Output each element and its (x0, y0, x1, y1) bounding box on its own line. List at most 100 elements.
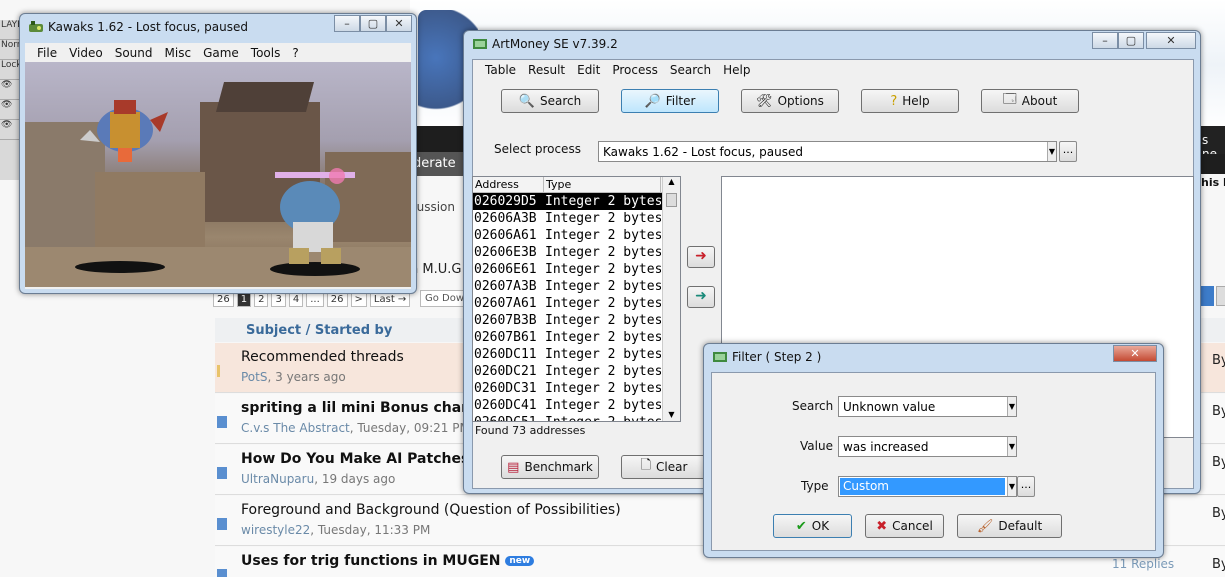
thread-author[interactable]: UltraNuparu (241, 472, 314, 486)
type-select[interactable]: Custom ▼ (838, 476, 1017, 497)
chevron-down-icon[interactable]: ▼ (1007, 477, 1016, 496)
address-cell[interactable]: 02607A3B (473, 278, 544, 295)
column-type[interactable]: Type (544, 177, 661, 192)
address-cell[interactable]: 0260DC31 (473, 380, 544, 397)
moderate-tab[interactable]: derate (410, 152, 466, 176)
address-cell[interactable]: 02607A61 (473, 295, 544, 312)
arrow-right-red-icon[interactable]: ➜ (687, 246, 715, 268)
type-cell[interactable]: Integer 2 bytes (544, 329, 661, 346)
help-button[interactable]: ? Help (861, 89, 959, 113)
menu-help[interactable]: ? (286, 46, 304, 60)
type-cell[interactable]: Integer 2 bytes (544, 244, 661, 261)
thread-title[interactable]: Foreground and Background (Question of P… (241, 502, 621, 518)
menu-help[interactable]: Help (717, 63, 756, 77)
about-button[interactable]: 🗔 About (981, 89, 1079, 113)
maximize-button[interactable]: ▢ (360, 15, 386, 32)
menu-file[interactable]: File (31, 46, 63, 60)
clear-button[interactable]: 🗋 Clear (621, 455, 707, 479)
address-cell[interactable]: 02606E61 (473, 261, 544, 278)
chevron-down-icon[interactable]: ▼ (1007, 397, 1016, 416)
minimize-button[interactable]: – (334, 15, 360, 32)
close-button[interactable]: ✕ (1146, 32, 1196, 49)
type-cell[interactable]: Integer 2 bytes (544, 193, 661, 210)
minimize-button[interactable]: – (1092, 32, 1118, 49)
address-cell[interactable]: 0260DC51 (473, 414, 544, 421)
address-table[interactable]: Address Type 026029D5 Integer 2 bytes 0260… (472, 176, 681, 422)
game-screen[interactable] (25, 62, 411, 287)
filter-title-bar[interactable]: Filter ( Step 2 ) ✕ (704, 344, 1163, 370)
table-row[interactable]: 02606E3B Integer 2 bytes (473, 244, 680, 261)
filter-button[interactable]: 🔎 Filter (621, 89, 719, 113)
menu-process[interactable]: Process (606, 63, 664, 77)
type-cell[interactable]: Integer 2 bytes (544, 261, 661, 278)
value-select[interactable]: was increased ▼ (838, 436, 1017, 457)
chevron-down-icon[interactable]: ▼ (1047, 142, 1056, 161)
process-select[interactable]: Kawaks 1.62 - Lost focus, paused ▼ (598, 141, 1057, 162)
menu-video[interactable]: Video (63, 46, 109, 60)
thread-title[interactable]: Uses for trig functions in MUGEN new (241, 553, 535, 569)
replies-count[interactable]: 11 Replies (1112, 557, 1174, 571)
maximize-button[interactable]: ▢ (1118, 32, 1144, 49)
scroll-up-icon[interactable]: ▲ (663, 177, 680, 191)
type-browse-button[interactable]: ... (1017, 476, 1035, 497)
chevron-down-icon[interactable]: ▼ (1007, 437, 1016, 456)
thread-title[interactable]: Recommended threads (241, 349, 404, 365)
options-button[interactable]: 🛠 Options (741, 89, 839, 113)
address-cell[interactable]: 0260DC41 (473, 397, 544, 414)
type-cell[interactable]: Integer 2 bytes (544, 312, 661, 329)
table-row[interactable]: 0260DC31 Integer 2 bytes (473, 380, 680, 397)
scroll-down-icon[interactable]: ▼ (663, 410, 680, 419)
type-cell[interactable]: Integer 2 bytes (544, 363, 661, 380)
type-cell[interactable]: Integer 2 bytes (544, 380, 661, 397)
address-cell[interactable]: 02606E3B (473, 244, 544, 261)
menu-sound[interactable]: Sound (109, 46, 159, 60)
table-row[interactable]: 02606A61 Integer 2 bytes (473, 227, 680, 244)
menu-misc[interactable]: Misc (159, 46, 198, 60)
address-cell[interactable]: 02607B61 (473, 329, 544, 346)
table-row[interactable]: 02607A3B Integer 2 bytes (473, 278, 680, 295)
thread-author[interactable]: wirestyle22 (241, 523, 310, 537)
close-button[interactable]: ✕ (386, 15, 412, 32)
type-cell[interactable]: Integer 2 bytes (544, 210, 661, 227)
kawaks-title-bar[interactable]: Kawaks 1.62 - Lost focus, paused – ▢ ✕ (20, 14, 416, 40)
menu-search[interactable]: Search (664, 63, 717, 77)
benchmark-button[interactable]: ▤ Benchmark (501, 455, 599, 479)
grey-action-button[interactable] (1216, 286, 1225, 306)
artmoney-title-bar[interactable]: ArtMoney SE v7.39.2 – ▢ ✕ (464, 31, 1200, 57)
search-type-select[interactable]: Unknown value ▼ (838, 396, 1017, 417)
ok-button[interactable]: ✔ OK (773, 514, 852, 538)
type-cell[interactable]: Integer 2 bytes (544, 278, 661, 295)
table-row[interactable]: 02607B3B Integer 2 bytes (473, 312, 680, 329)
thread-title-text[interactable]: How Do You Make AI Patches? (241, 451, 477, 467)
column-address[interactable]: Address (473, 177, 544, 192)
eye-icon[interactable]: 👁 (0, 80, 20, 100)
table-row[interactable]: 0260DC21 Integer 2 bytes (473, 363, 680, 380)
table-row[interactable]: 0260DC51Integer 2 bytes (473, 414, 680, 421)
menu-table[interactable]: Table (479, 63, 522, 77)
thread-author[interactable]: PotS (241, 370, 267, 384)
type-cell[interactable]: Integer 2 bytes (544, 227, 661, 244)
address-cell[interactable]: 02606A3B (473, 210, 544, 227)
cancel-button[interactable]: ✖ Cancel (865, 514, 944, 538)
table-scrollbar[interactable]: ▲ ▼ (662, 177, 680, 421)
menu-result[interactable]: Result (522, 63, 571, 77)
table-row[interactable]: 02607B61 Integer 2 bytes (473, 329, 680, 346)
arrow-right-teal-icon[interactable]: ➜ (687, 286, 715, 308)
menu-game[interactable]: Game (197, 46, 245, 60)
table-row[interactable]: 02606E61 Integer 2 bytes (473, 261, 680, 278)
type-cell[interactable]: Integer 2 bytes (544, 397, 661, 414)
type-cell[interactable]: Integer 2 bytes (544, 295, 661, 312)
table-row[interactable]: 026029D5 Integer 2 bytes (473, 193, 680, 210)
address-cell[interactable]: 02606A61 (473, 227, 544, 244)
type-cell[interactable]: Integer 2 bytes (544, 346, 661, 363)
default-button[interactable]: 🖌 Default (957, 514, 1062, 538)
address-cell[interactable]: 0260DC11 (473, 346, 544, 363)
eye-icon[interactable]: 👁 (0, 100, 20, 120)
search-button[interactable]: 🔍 Search (501, 89, 599, 113)
table-row[interactable]: 0260DC11 Integer 2 bytes (473, 346, 680, 363)
process-browse-button[interactable]: ... (1059, 141, 1077, 162)
menu-edit[interactable]: Edit (571, 63, 606, 77)
menu-tools[interactable]: Tools (245, 46, 287, 60)
eye-icon[interactable]: 👁 (0, 120, 20, 140)
table-row[interactable]: 0260DC41 Integer 2 bytes (473, 397, 680, 414)
